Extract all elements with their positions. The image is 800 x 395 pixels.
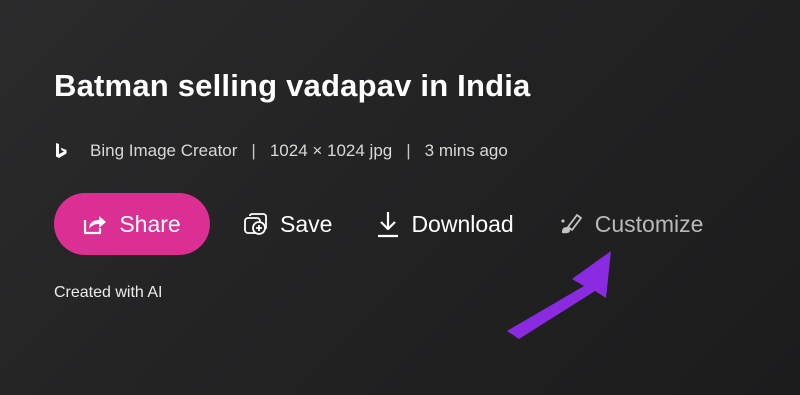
meta-separator: |	[406, 141, 411, 160]
action-bar: Share Save Download Customize	[54, 193, 703, 255]
meta-dimensions: 1024 × 1024 jpg	[269, 141, 393, 160]
bing-logo-icon	[54, 141, 70, 161]
download-icon	[376, 210, 400, 238]
share-button[interactable]: Share	[54, 193, 210, 255]
meta-separator: |	[251, 141, 256, 160]
customize-button[interactable]: Customize	[558, 210, 704, 238]
share-label: Share	[119, 210, 181, 237]
image-details-panel: Batman selling vadapav in India Bing Ima…	[0, 0, 800, 395]
share-icon	[83, 213, 107, 235]
customize-label: Customize	[594, 210, 704, 237]
download-label: Download	[411, 210, 514, 237]
image-meta-row: Bing Image Creator | 1024 × 1024 jpg | 3…	[54, 139, 508, 163]
meta-time: 3 mins ago	[424, 141, 508, 160]
meta-source: Bing Image Creator	[90, 141, 238, 160]
save-collection-icon	[243, 212, 269, 236]
customize-brush-icon	[558, 212, 584, 236]
created-with-ai-note: Created with AI	[54, 284, 163, 301]
save-label: Save	[280, 210, 333, 237]
image-title: Batman selling vadapav in India	[54, 68, 531, 103]
save-button[interactable]: Save	[243, 211, 332, 238]
download-button[interactable]: Download	[376, 210, 514, 238]
